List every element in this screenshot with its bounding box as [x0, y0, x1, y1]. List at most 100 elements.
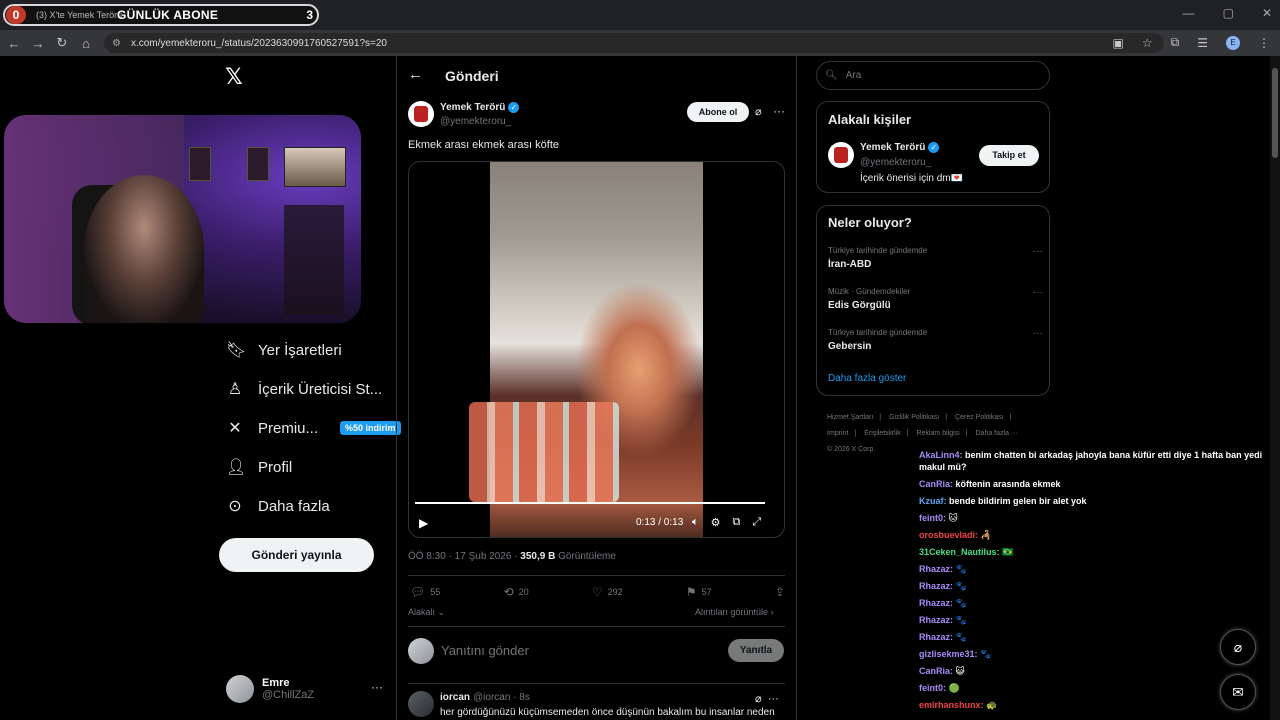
repost-action[interactable]: ⟲ 20	[504, 585, 529, 599]
nav-item-more[interactable]: ⊙ Daha fazla	[226, 496, 329, 516]
footer-link[interactable]: Reklam bilgisi	[917, 430, 960, 437]
avatar	[226, 675, 254, 703]
footer-link[interactable]: Daha fazla ···	[976, 430, 1018, 437]
restore-icon[interactable]: ▢	[1223, 6, 1234, 20]
scrollbar-thumb[interactable]	[1272, 68, 1278, 158]
chat-message: CanRia: 😺	[919, 665, 1264, 677]
footer-link[interactable]: Imprint	[827, 430, 848, 437]
footer-link[interactable]: Çerez Politikası	[955, 414, 1004, 421]
avatar[interactable]	[408, 691, 434, 717]
subscribe-button[interactable]: Abone ol	[687, 102, 749, 122]
chat-message: Rhazaz: 🐾	[919, 597, 1264, 609]
author-name[interactable]: Yemek Terörü ✓	[440, 102, 520, 113]
picture-in-picture-icon[interactable]: ⧉	[732, 516, 740, 529]
footer-link[interactable]: Hizmet Şartları	[827, 414, 873, 421]
x-logo-icon[interactable]: 𝕏	[225, 64, 243, 90]
fullscreen-icon[interactable]: ⤢	[752, 516, 761, 529]
volume-icon[interactable]: 🔈︎	[692, 516, 699, 529]
play-icon[interactable]: ▶	[419, 516, 428, 530]
view-quotes-link[interactable]: Alıntıları görüntüle ›	[695, 607, 774, 617]
reply-input[interactable]	[441, 643, 691, 658]
account-more-icon[interactable]: ···	[371, 680, 383, 694]
site-settings-icon[interactable]: ⚙	[112, 38, 121, 49]
trend-item[interactable]: Müzik · Gündemdekiler Edis Görgülü ···	[828, 287, 1043, 311]
minimize-icon[interactable]: —	[1183, 6, 1195, 20]
nav-item-premium[interactable]: ✕ Premiu... %50 indirim	[226, 418, 401, 438]
heart-icon: ♡	[591, 585, 603, 599]
related-person-name[interactable]: Yemek Terörü ✓	[860, 142, 940, 153]
bookmark-star-icon[interactable]: ☆	[1142, 36, 1153, 50]
nav-item-bookmarks[interactable]: 🔖︎ Yer İşaretleri	[226, 340, 342, 360]
post-button[interactable]: Gönderi yayınla	[219, 538, 374, 572]
overlay-count-right: 3	[306, 8, 313, 22]
profile-avatar[interactable]: E	[1226, 35, 1240, 50]
follow-button[interactable]: Takip et	[979, 145, 1039, 166]
chat-message: feint0: 🟢	[919, 682, 1264, 694]
chat-username: CanRia:	[919, 479, 954, 489]
install-app-icon[interactable]: ▣	[1113, 36, 1124, 50]
reload-icon[interactable]: ↻	[50, 35, 74, 51]
scrollbar[interactable]	[1270, 56, 1280, 720]
search-box[interactable]: 🔍︎ Ara	[816, 61, 1050, 90]
nav-item-profile[interactable]: 👤︎ Profil	[226, 457, 292, 477]
grok-icon[interactable]: ⌀	[755, 693, 762, 705]
author-avatar[interactable]	[408, 101, 434, 127]
related-dropdown[interactable]: Alakalı ⌄	[408, 607, 445, 618]
trend-more-icon[interactable]: ···	[1033, 328, 1043, 339]
trend-item[interactable]: Türkiye tarihinde gündemde İran-ABD ···	[828, 246, 1043, 270]
nav-item-creator-studio[interactable]: ♙ İçerik Üreticisi St...	[226, 379, 382, 399]
share-action[interactable]: ⇪	[775, 585, 785, 599]
footer-separator: |	[965, 430, 968, 437]
post-timestamp[interactable]: ÖÖ 8:30 · 17 Şub 2026 ·	[408, 551, 520, 562]
tab-title[interactable]: (3) X'te Yemek Terörü	[36, 10, 122, 20]
comment-author[interactable]: iorcan	[440, 692, 470, 703]
post-more-icon[interactable]: ···	[773, 104, 785, 118]
reply-button[interactable]: Yanıtla	[728, 639, 784, 662]
trend-more-icon[interactable]: ···	[1033, 287, 1043, 298]
footer-link[interactable]: Erişilebilirlik	[864, 430, 901, 437]
copyright: © 2026 X Corp.	[827, 446, 876, 453]
show-more-link[interactable]: Daha fazla göster	[828, 373, 906, 384]
divider	[408, 626, 785, 627]
url-bar[interactable]: ⚙ x.com/yemekteroru_/status/202363099176…	[104, 33, 1164, 53]
chat-text: 🐾	[953, 564, 967, 574]
bookmark-action[interactable]: ⚑ 57	[686, 585, 712, 599]
footer-link[interactable]: Gizlilik Politikası	[889, 414, 939, 421]
webcam-overlay	[4, 115, 361, 323]
close-icon[interactable]: ✕	[1262, 6, 1272, 20]
back-arrow-icon[interactable]: ←	[408, 66, 423, 83]
avatar[interactable]	[828, 142, 854, 168]
comment-header: iorcan @iorcan · 8s	[440, 692, 530, 703]
grok-fab-icon[interactable]: ⌀	[1220, 629, 1256, 665]
chat-username: Rhazaz:	[919, 632, 954, 642]
footer-separator: |	[906, 430, 909, 437]
more-circle-icon: ⊙	[228, 498, 242, 515]
video-progress-bar[interactable]	[415, 502, 765, 504]
author-handle[interactable]: @yemekteroru_	[440, 116, 511, 127]
messages-fab-icon[interactable]: ✉	[1220, 674, 1256, 710]
back-icon[interactable]: ←	[2, 36, 26, 51]
url-text[interactable]: x.com/yemekteroru_/status/20236309917605…	[131, 38, 387, 49]
related-people-card: Alakalı kişiler Yemek Terörü ✓ @yemekter…	[816, 101, 1050, 193]
chevron-down-icon: ⌄	[437, 607, 446, 617]
menu-icon[interactable]: ⋮	[1258, 36, 1270, 50]
like-action[interactable]: ♡ 292	[592, 585, 623, 599]
reading-list-icon[interactable]: ☰	[1197, 36, 1208, 50]
comment-actions: ⌀ ···	[755, 692, 779, 705]
comment-more-icon[interactable]: ···	[768, 693, 779, 705]
trend-item[interactable]: Türkiye tarihinde gündemde Gebersin ···	[828, 328, 1043, 352]
subscriber-overlay-banner: 0 (3) X'te Yemek Terörü GÜNLÜK ABONE 3	[3, 4, 319, 26]
card-title: Alakalı kişiler	[828, 112, 912, 127]
settings-gear-icon[interactable]: ⚙	[711, 516, 721, 529]
related-person-handle[interactable]: @yemekteroru_	[860, 157, 931, 168]
video-player[interactable]: ▶ 0:13 / 0:13 🔈︎ ⚙ ⧉ ⤢	[408, 161, 785, 538]
extensions-icon[interactable]: ⧉	[1171, 35, 1180, 50]
account-switcher[interactable]: Emre @ChillZaZ	[226, 675, 314, 703]
trend-more-icon[interactable]: ···	[1033, 246, 1043, 257]
home-icon[interactable]: ⌂	[74, 36, 98, 51]
grok-icon[interactable]: ⌀	[755, 105, 762, 118]
repost-icon: ⟲	[503, 585, 514, 599]
forward-icon[interactable]: →	[26, 36, 50, 51]
comment-handle[interactable]: @iorcan	[473, 692, 510, 703]
reply-action[interactable]: 💬︎ 55	[410, 585, 440, 599]
